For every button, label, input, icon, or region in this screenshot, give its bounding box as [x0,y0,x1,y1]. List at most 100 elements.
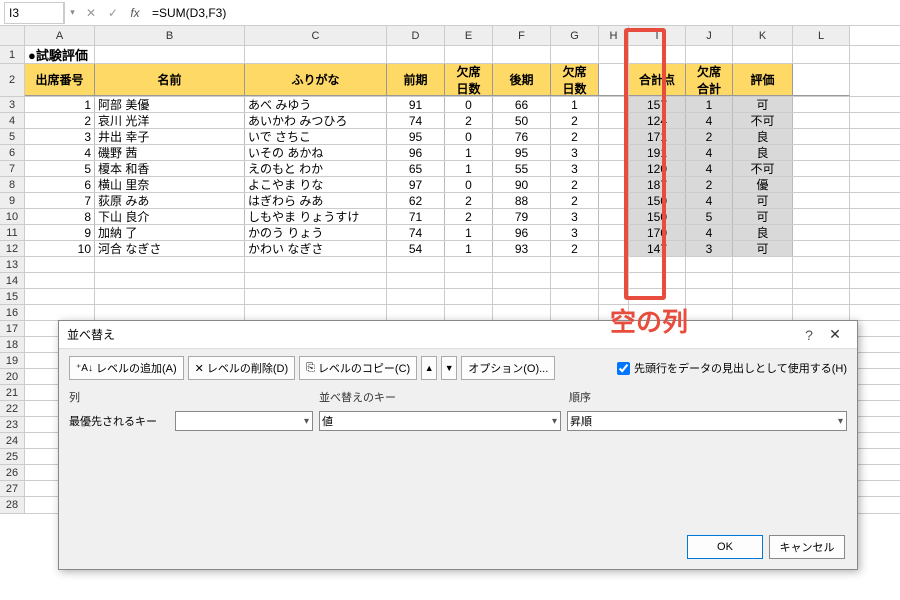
cell[interactable] [793,273,850,288]
cell-e[interactable]: 1 [445,241,493,256]
cell-furigana[interactable]: しもやま りょうすけ [245,209,387,224]
sort-key-select[interactable]: 値 [319,411,561,431]
cell[interactable] [95,289,245,304]
fx-icon[interactable]: fx [124,2,146,24]
row-header[interactable]: 26 [0,465,25,480]
column-header-B[interactable]: B [95,26,245,45]
cell-k[interactable]: 可 [733,97,793,112]
cell-furigana[interactable]: よこやま りな [245,177,387,192]
cell[interactable] [733,257,793,272]
cell-d[interactable]: 97 [387,177,445,192]
cell[interactable] [793,97,850,112]
move-up-button[interactable]: ▲ [421,356,437,380]
cell-h[interactable] [599,225,629,240]
row-header[interactable]: 16 [0,305,25,320]
column-header-E[interactable]: E [445,26,493,45]
cell[interactable] [599,257,629,272]
cell-j[interactable]: 3 [686,241,733,256]
close-icon[interactable]: ✕ [821,326,849,343]
cell[interactable] [493,257,551,272]
cell-furigana[interactable]: かのう りょう [245,225,387,240]
cell[interactable] [793,113,850,128]
cell[interactable] [445,257,493,272]
cell-i[interactable]: 147 [629,241,686,256]
cell-e[interactable]: 0 [445,177,493,192]
cell-f[interactable]: 90 [493,177,551,192]
cell-name[interactable]: 哀川 光洋 [95,113,245,128]
cell[interactable] [793,193,850,208]
column-header-C[interactable]: C [245,26,387,45]
cell[interactable] [793,129,850,144]
cell[interactable] [25,289,95,304]
cell-id[interactable]: 6 [25,177,95,192]
cell-name[interactable]: 横山 里奈 [95,177,245,192]
row-header[interactable]: 9 [0,193,25,208]
cell-h[interactable] [599,209,629,224]
column-header-G[interactable]: G [551,26,599,45]
column-header-L[interactable]: L [793,26,850,45]
row-header[interactable]: 11 [0,225,25,240]
cell-e[interactable]: 2 [445,193,493,208]
cell-j[interactable]: 4 [686,161,733,176]
cell-k[interactable]: 良 [733,145,793,160]
cell[interactable] [686,289,733,304]
cell-g[interactable]: 2 [551,241,599,256]
cell[interactable] [793,177,850,192]
cell-d[interactable]: 96 [387,145,445,160]
row-header[interactable]: 7 [0,161,25,176]
cell-name[interactable]: 河合 なぎさ [95,241,245,256]
cell-j[interactable]: 4 [686,193,733,208]
cell-d[interactable]: 62 [387,193,445,208]
cell-furigana[interactable]: いその あかね [245,145,387,160]
cell[interactable] [445,273,493,288]
confirm-icon[interactable]: ✓ [102,2,124,24]
column-header-A[interactable]: A [25,26,95,45]
cell-name[interactable]: 磯野 茜 [95,145,245,160]
row-header[interactable]: 23 [0,417,25,432]
cell-f[interactable]: 79 [493,209,551,224]
row-header[interactable]: 17 [0,321,25,336]
copy-level-button[interactable]: ⎘レベルのコピー(C) [299,356,417,380]
cell-k[interactable]: 良 [733,129,793,144]
cell-i[interactable]: 150 [629,209,686,224]
cell-k[interactable]: 可 [733,209,793,224]
cell[interactable] [629,257,686,272]
cell-e[interactable]: 0 [445,129,493,144]
column-header-H[interactable]: H [599,26,629,45]
cell-e[interactable]: 1 [445,161,493,176]
cell[interactable] [493,289,551,304]
cell[interactable] [793,241,850,256]
row-header[interactable]: 24 [0,433,25,448]
cell-name[interactable]: 榎本 和香 [95,161,245,176]
cell-g[interactable]: 3 [551,225,599,240]
row-header[interactable]: 15 [0,289,25,304]
cell-name[interactable]: 荻原 みあ [95,193,245,208]
name-box[interactable]: I3 [4,2,64,24]
cell-j[interactable]: 4 [686,113,733,128]
cell[interactable] [793,209,850,224]
cell[interactable] [599,273,629,288]
cell-i[interactable]: 150 [629,193,686,208]
cell-e[interactable]: 1 [445,225,493,240]
cell-id[interactable]: 4 [25,145,95,160]
row-header[interactable]: 3 [0,97,25,112]
cell-name[interactable]: 阿部 美優 [95,97,245,112]
cell[interactable] [387,273,445,288]
cell[interactable] [793,305,850,320]
cell-furigana[interactable]: えのもと わか [245,161,387,176]
row-header[interactable]: 28 [0,497,25,513]
cell-i[interactable]: 124 [629,113,686,128]
row-header[interactable]: 10 [0,209,25,224]
cell[interactable] [387,305,445,320]
cell-id[interactable]: 10 [25,241,95,256]
cell-e[interactable]: 2 [445,209,493,224]
cell-g[interactable]: 2 [551,177,599,192]
row-header[interactable]: 8 [0,177,25,192]
row-header[interactable]: 6 [0,145,25,160]
cell-i[interactable]: 170 [629,225,686,240]
order-select[interactable]: 昇順 [567,411,847,431]
cell[interactable] [245,289,387,304]
cell[interactable] [629,289,686,304]
cell-id[interactable]: 2 [25,113,95,128]
row-header[interactable]: 4 [0,113,25,128]
